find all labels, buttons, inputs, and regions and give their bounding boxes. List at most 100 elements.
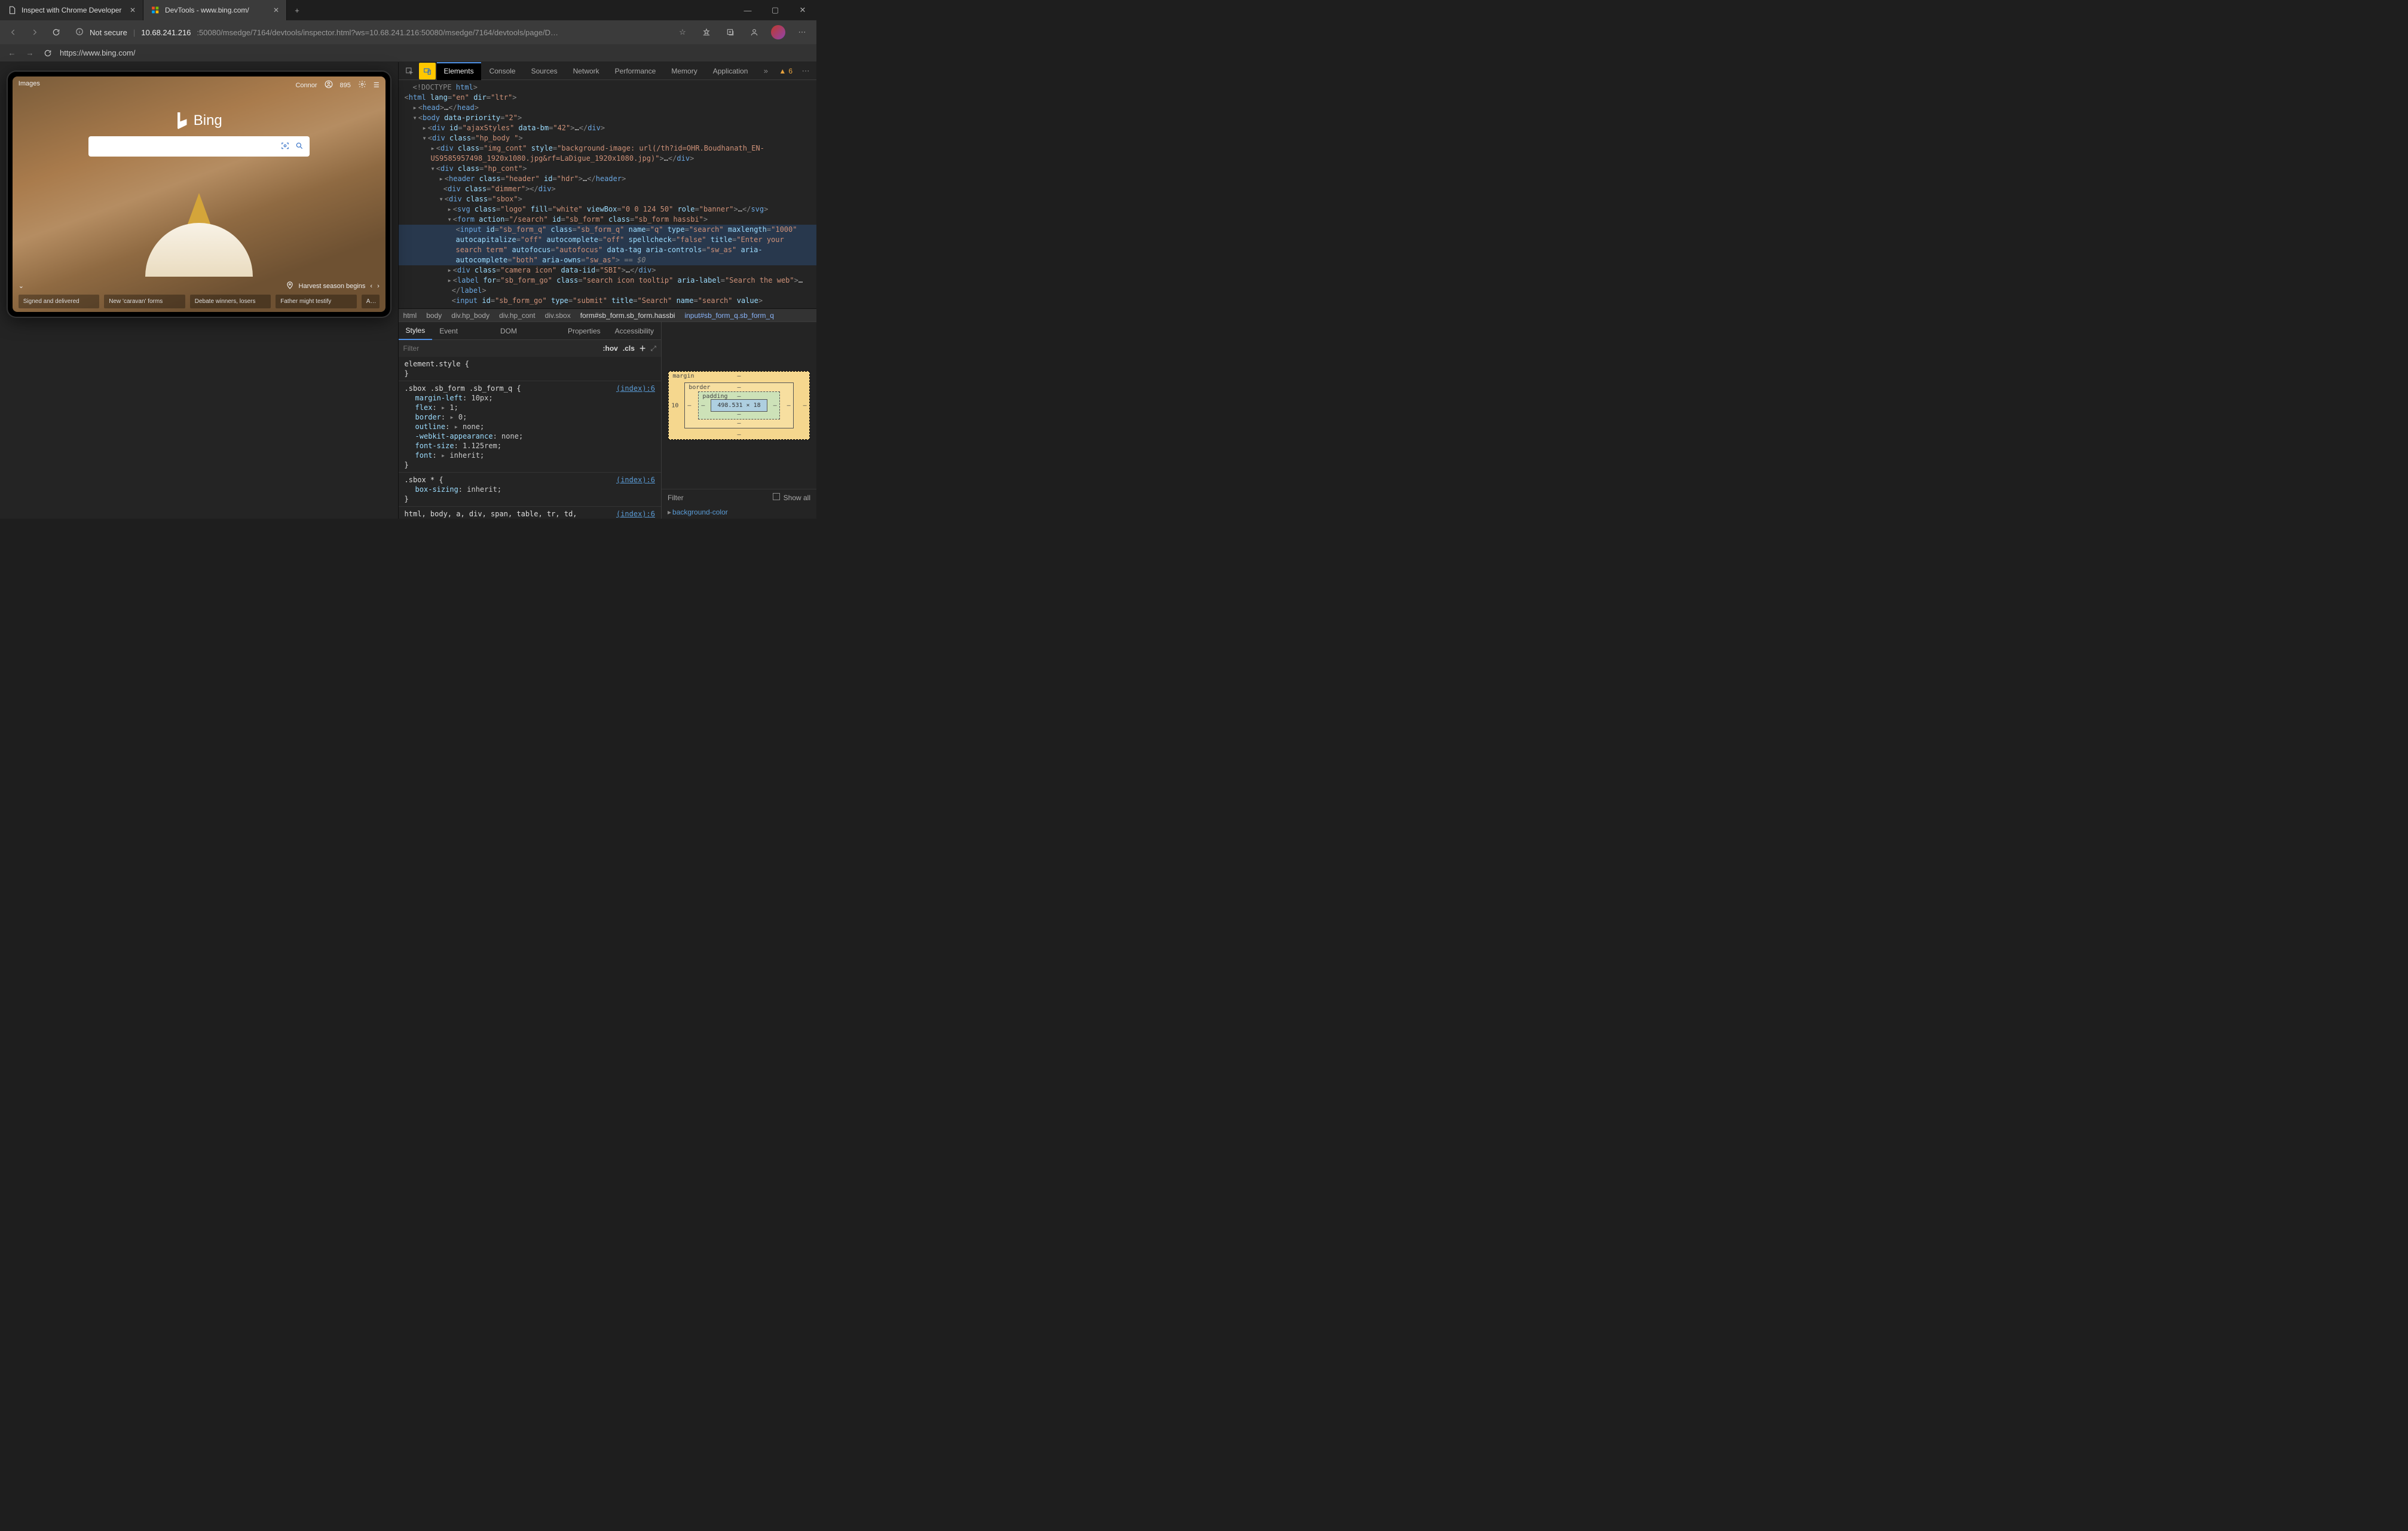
styles-tabs: Styles Event Listeners DOM Breakpoints P… xyxy=(399,322,661,340)
styles-pane: Styles Event Listeners DOM Breakpoints P… xyxy=(399,321,816,519)
search-icon[interactable] xyxy=(295,142,304,152)
source-link[interactable]: (index):6 xyxy=(616,509,655,519)
tab-console[interactable]: Console xyxy=(482,62,523,80)
tab-accessibility[interactable]: Accessibility xyxy=(608,322,661,340)
tab-elements[interactable]: Elements xyxy=(437,62,481,80)
crumb-selected[interactable]: input#sb_form_q.sb_form_q xyxy=(684,311,773,320)
bing-user-name[interactable]: Connor xyxy=(295,82,317,89)
tab-sources[interactable]: Sources xyxy=(524,62,565,80)
bing-logo-icon xyxy=(176,112,189,129)
bing-nav-images[interactable]: Images xyxy=(19,80,40,90)
bing-homepage: Images Connor 895 ☰ xyxy=(13,76,385,312)
headline-card[interactable]: Father might testify xyxy=(276,295,357,308)
bing-search-box[interactable] xyxy=(88,136,310,157)
avatar[interactable] xyxy=(770,24,787,41)
crumb[interactable]: div.sbox xyxy=(545,311,571,320)
tab-performance[interactable]: Performance xyxy=(608,62,663,80)
menu-dots-icon[interactable]: ⋯ xyxy=(794,24,810,41)
crumb[interactable]: body xyxy=(426,311,442,320)
dt-back-button[interactable]: ← xyxy=(6,47,18,59)
selected-dom-node: <input id="sb_form_q" class="sb_form_q" … xyxy=(399,225,816,235)
inspect-element-icon[interactable] xyxy=(401,63,418,79)
close-icon[interactable]: ✕ xyxy=(130,6,136,14)
headline-card[interactable]: Am xyxy=(362,295,380,308)
tab-dom-breakpoints[interactable]: DOM Breakpoints xyxy=(493,322,561,340)
warning-icon: ▲ xyxy=(779,67,786,75)
refresh-button[interactable] xyxy=(49,25,63,39)
tab-network[interactable]: Network xyxy=(566,62,607,80)
tab-styles[interactable]: Styles xyxy=(399,322,433,340)
computed-filter-label[interactable]: Filter xyxy=(668,494,684,502)
tab-title: Inspect with Chrome Developer xyxy=(22,6,121,14)
maximize-button[interactable]: ▢ xyxy=(761,0,789,20)
close-window-button[interactable]: ✕ xyxy=(789,0,816,20)
forward-button[interactable] xyxy=(27,25,42,39)
browser-tab-1[interactable]: DevTools - www.bing.com/ ✕ xyxy=(143,0,287,20)
bing-rewards-points[interactable]: 895 xyxy=(340,82,351,89)
tab-event-listeners[interactable]: Event Listeners xyxy=(432,322,493,340)
source-link[interactable]: (index):6 xyxy=(616,384,655,393)
crumb[interactable]: html xyxy=(403,311,417,320)
devtools-url-bar: ← → https://www.bing.com/ xyxy=(0,44,816,62)
dt-url-field[interactable]: https://www.bing.com/ xyxy=(60,48,810,57)
headline-card[interactable]: New 'caravan' forms xyxy=(104,295,185,308)
tab-application[interactable]: Application xyxy=(706,62,755,80)
not-secure-label: Not secure xyxy=(90,28,127,37)
hov-toggle[interactable]: :hov xyxy=(603,344,618,353)
headline-card[interactable]: Debate winners, losers xyxy=(190,295,271,308)
hamburger-icon[interactable]: ☰ xyxy=(374,81,380,89)
close-icon[interactable]: ✕ xyxy=(273,6,279,14)
styles-filter-input[interactable] xyxy=(403,344,598,353)
computed-pane: margin – – 10 – border – – – – xyxy=(661,322,816,519)
window-titlebar: Inspect with Chrome Developer ✕ DevTools… xyxy=(0,0,816,20)
box-model-diagram[interactable]: margin – – 10 – border – – – – xyxy=(668,371,809,440)
favorite-star-icon[interactable]: ☆ xyxy=(674,24,691,41)
devtools-tabs: Elements Console Sources Network Perform… xyxy=(399,62,816,80)
devtools-menu-icon[interactable]: ⋯ xyxy=(797,63,814,79)
cls-toggle[interactable]: .cls xyxy=(623,344,635,353)
address-bar: Not secure | 10.68.241.216:50080/msedge/… xyxy=(0,20,816,44)
favorites-bar-icon[interactable] xyxy=(698,24,715,41)
page-icon xyxy=(7,5,17,15)
crumb[interactable]: form#sb_form.sb_form.hassbi xyxy=(580,311,675,320)
computed-property[interactable]: background-color xyxy=(672,508,728,516)
warnings-badge[interactable]: ▲ 6 xyxy=(775,67,796,75)
url-field[interactable]: Not secure | 10.68.241.216:50080/msedge/… xyxy=(71,24,667,41)
device-frame[interactable]: Images Connor 895 ☰ xyxy=(8,72,390,317)
bing-caption: Harvest season begins xyxy=(299,283,366,290)
gear-icon[interactable] xyxy=(358,80,366,90)
collections-icon[interactable] xyxy=(722,24,739,41)
new-tab-button[interactable]: + xyxy=(287,0,307,20)
back-button[interactable] xyxy=(6,25,20,39)
edge-icon xyxy=(151,5,160,15)
crumb[interactable]: div.hp_cont xyxy=(499,311,536,320)
browser-tabs: Inspect with Chrome Developer ✕ DevTools… xyxy=(0,0,734,20)
more-tabs-icon[interactable]: » xyxy=(757,63,774,79)
dom-breadcrumb[interactable]: html body div.hp_body div.hp_cont div.sb… xyxy=(399,308,816,321)
stupa-image xyxy=(145,193,253,277)
dom-tree[interactable]: <!DOCTYPE html> <html lang="en" dir="ltr… xyxy=(399,80,816,308)
minimize-button[interactable]: — xyxy=(734,0,761,20)
source-link[interactable]: (index):6 xyxy=(616,475,655,485)
bing-user-avatar-icon[interactable] xyxy=(325,80,333,90)
tab-properties[interactable]: Properties xyxy=(561,322,608,340)
css-rules-list[interactable]: element.style { } (index):6 .sbox .sb_fo… xyxy=(399,357,661,519)
devtools-panel: Elements Console Sources Network Perform… xyxy=(398,62,816,519)
headline-card[interactable]: Signed and delivered xyxy=(19,295,100,308)
visual-search-icon[interactable] xyxy=(281,142,289,152)
device-emulation-icon[interactable] xyxy=(419,63,436,79)
person-icon[interactable] xyxy=(746,24,763,41)
add-rule-icon[interactable]: + xyxy=(640,342,646,355)
crumb[interactable]: div.hp_body xyxy=(451,311,489,320)
chevron-down-icon[interactable]: ⌄ xyxy=(19,282,24,290)
show-all-toggle[interactable]: Show all xyxy=(773,493,810,502)
dt-refresh-button[interactable] xyxy=(42,47,54,59)
tab-memory[interactable]: Memory xyxy=(664,62,704,80)
browser-tab-0[interactable]: Inspect with Chrome Developer ✕ xyxy=(0,0,143,20)
bing-logo-text: Bing xyxy=(194,112,222,129)
dt-forward-button[interactable]: → xyxy=(24,47,36,59)
expand-corner-icon[interactable]: ⤢ xyxy=(650,344,656,353)
location-pin-icon xyxy=(286,281,294,291)
chevron-left-icon[interactable]: ‹ xyxy=(370,283,372,290)
chevron-right-icon[interactable]: › xyxy=(377,283,380,290)
